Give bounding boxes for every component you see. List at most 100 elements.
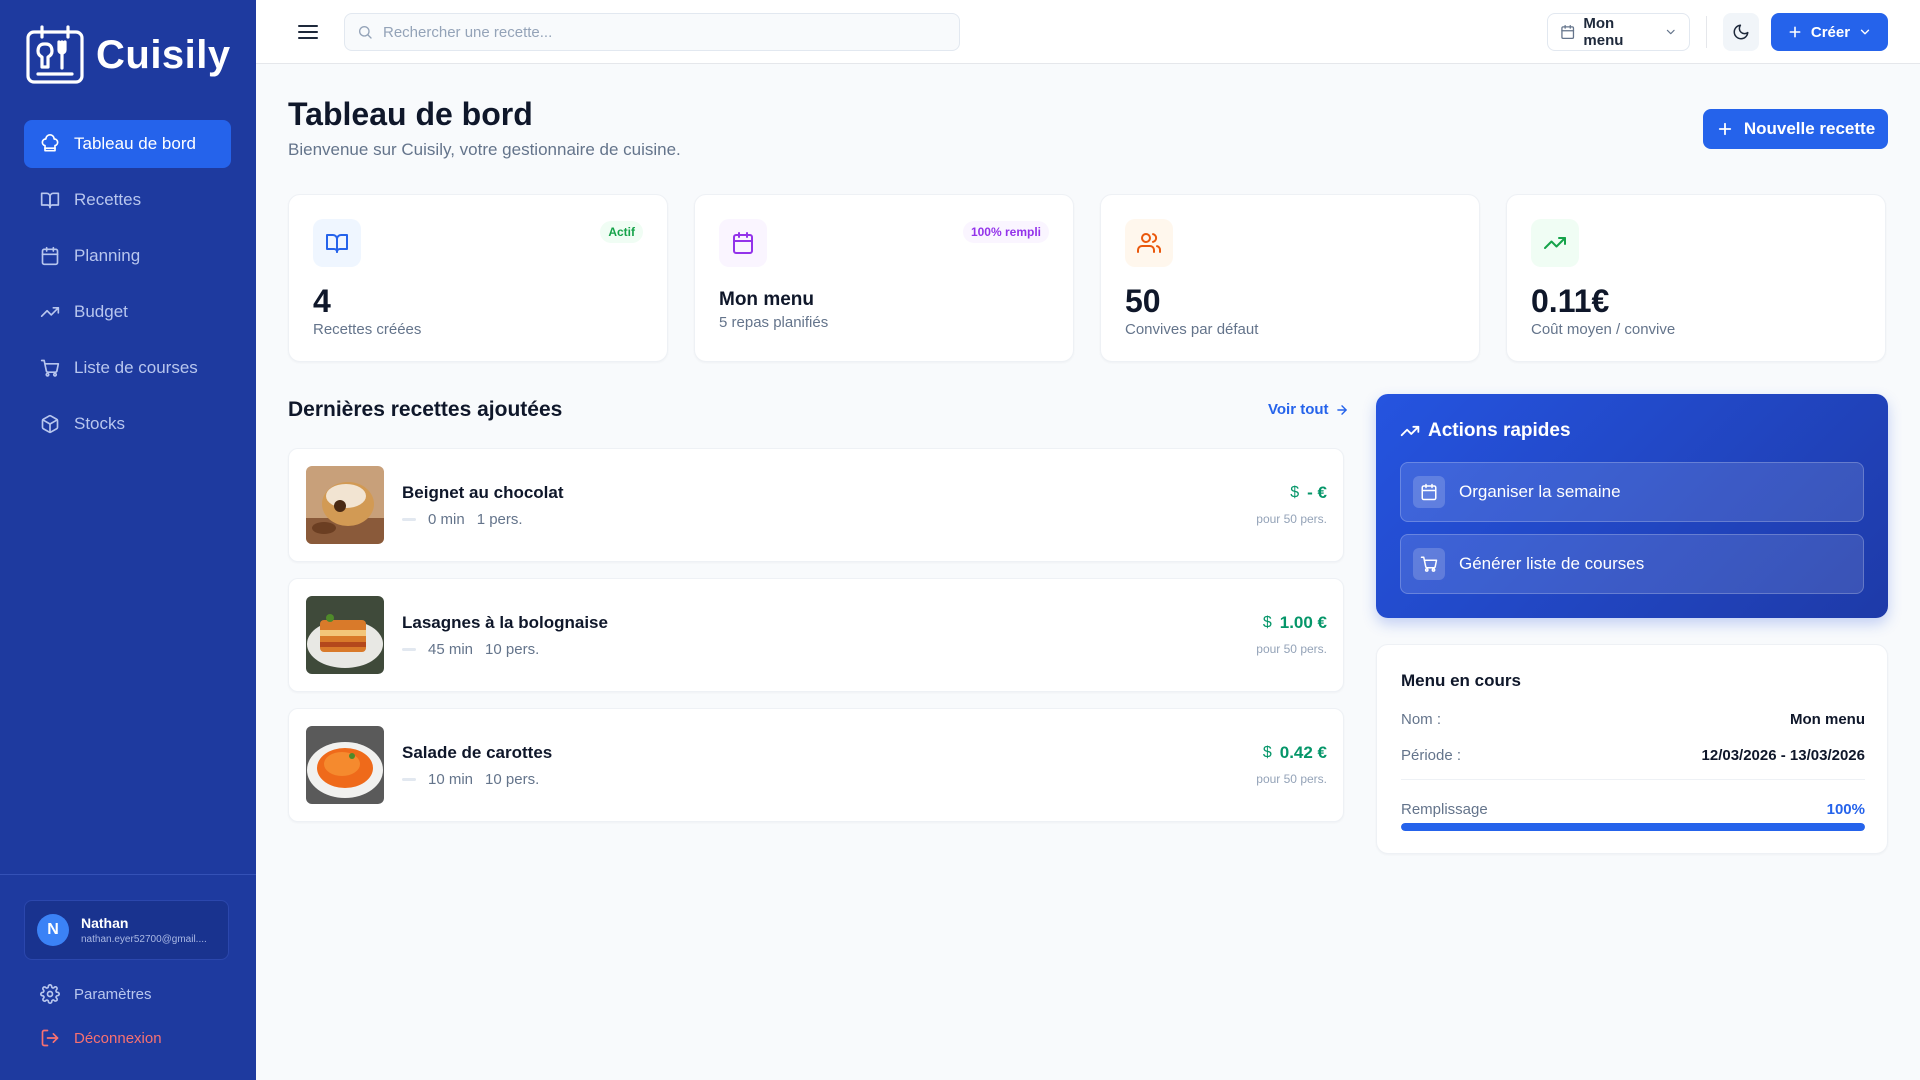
avatar: N: [37, 914, 69, 946]
search-bar[interactable]: [344, 13, 960, 51]
sidebar-item-label: Recettes: [74, 190, 142, 209]
recipe-price: $ 0.42 €: [1263, 743, 1327, 763]
chevron-down-icon: [1860, 29, 1870, 35]
menu-fill-key: Remplissage: [1401, 801, 1488, 818]
recipe-price: $ - €: [1290, 483, 1327, 503]
sidebar-item-recipes[interactable]: Recettes: [24, 176, 231, 224]
user-profile-card[interactable]: N Nathan nathan.eyer52700@gmail....: [24, 900, 229, 960]
gear-icon: [40, 984, 60, 1004]
logout-link[interactable]: Déconnexion: [40, 1028, 162, 1048]
hamburger-menu-icon[interactable]: [296, 20, 320, 44]
recipe-image: [306, 596, 384, 674]
menu-period-row: Période : 12/03/2026 - 13/03/2026: [1401, 747, 1865, 764]
chef-hat-icon: [41, 134, 59, 152]
sidebar-item-dashboard[interactable]: Tableau de bord: [24, 120, 231, 168]
stat-card-guests[interactable]: 50 Convives par défaut: [1100, 194, 1480, 362]
recipe-name: Salade de carottes: [402, 743, 553, 762]
logout-label: Déconnexion: [74, 1029, 162, 1047]
recipe-people: 10 pers.: [485, 641, 540, 658]
recipe-time: 45 min: [428, 641, 474, 658]
recipe-card[interactable]: Beignet au chocolat 0 min 1 pers. $ - € …: [288, 448, 1344, 562]
recipe-price-value: - €: [1307, 483, 1327, 502]
stat-icon-wrap: [719, 219, 767, 267]
recipe-price: $ 1.00 €: [1263, 613, 1327, 633]
recent-recipes-title: Dernières recettes ajoutées: [288, 398, 563, 421]
see-all-link[interactable]: Voir tout: [1268, 401, 1349, 418]
app-name: Cuisily: [96, 32, 231, 77]
stat-card-cost[interactable]: 0.11€ Coût moyen / convive: [1506, 194, 1886, 362]
stat-card-menu[interactable]: 100% rempli Mon menu 5 repas planifiés: [694, 194, 1074, 362]
stat-label: 5 repas planifiés: [719, 314, 829, 331]
search-input[interactable]: [383, 23, 943, 41]
app-logo[interactable]: Cuisily: [24, 24, 231, 86]
see-all-label: Voir tout: [1268, 401, 1329, 418]
cart-icon: [40, 359, 60, 377]
book-icon: [40, 192, 60, 209]
logo-icon: [26, 25, 84, 84]
user-email: nathan.eyer52700@gmail....: [81, 934, 207, 945]
meta-dash: [402, 648, 416, 651]
new-recipe-button[interactable]: Nouvelle recette: [1703, 109, 1888, 149]
recipe-card[interactable]: Lasagnes à la bolognaise 45 min 10 pers.…: [288, 578, 1344, 692]
trending-up-icon: [1544, 237, 1566, 249]
plus-icon: [1718, 122, 1731, 136]
menu-fill-progress-bar: [1401, 823, 1865, 831]
menu-name-row: Nom : Mon menu: [1401, 711, 1865, 728]
stat-icon-wrap: [313, 219, 361, 267]
sidebar-item-shopping-list[interactable]: Liste de courses: [24, 344, 231, 392]
settings-label: Paramètres: [74, 985, 152, 1003]
recipe-meta: 0 min 1 pers.: [402, 511, 523, 528]
trending-up-icon: [40, 307, 60, 317]
menu-period-key: Période :: [1401, 747, 1462, 764]
sidebar-item-label: Tableau de bord: [74, 134, 196, 153]
generate-shopping-list-button[interactable]: Générer liste de courses: [1400, 534, 1864, 594]
stat-card-recipes[interactable]: Actif 4 Recettes créées: [288, 194, 668, 362]
recipe-price-value: 0.42 €: [1279, 743, 1327, 762]
menu-selector[interactable]: Mon menu: [1547, 13, 1690, 51]
top-bar: Mon menu Créer: [256, 0, 1920, 64]
recipe-name: Beignet au chocolat: [402, 483, 564, 502]
moon-icon: [1733, 24, 1749, 40]
recipe-price-basis: pour 50 pers.: [1256, 642, 1327, 656]
sidebar-item-label: Liste de courses: [74, 358, 198, 377]
sidebar-item-budget[interactable]: Budget: [24, 288, 231, 336]
calendar-icon: [733, 232, 753, 254]
topbar-divider: [1706, 16, 1707, 48]
settings-link[interactable]: Paramètres: [40, 984, 152, 1004]
lasagna-photo: [306, 596, 384, 674]
search-icon: [359, 26, 372, 39]
generate-shopping-list-label: Générer liste de courses: [1459, 554, 1645, 573]
cart-icon: [1420, 556, 1438, 572]
stat-label: Convives par défaut: [1125, 321, 1259, 338]
sidebar-item-stocks[interactable]: Stocks: [24, 400, 231, 448]
recipe-price-basis: pour 50 pers.: [1256, 512, 1327, 526]
organize-week-button[interactable]: Organiser la semaine: [1400, 462, 1864, 522]
current-menu-title: Menu en cours: [1401, 671, 1521, 690]
menu-fill-value: 100%: [1826, 801, 1865, 818]
recipe-image: [306, 466, 384, 544]
recipe-meta: 10 min 10 pers.: [402, 771, 539, 788]
theme-toggle-button[interactable]: [1723, 13, 1759, 51]
menu-divider: [1401, 779, 1865, 780]
recipe-card[interactable]: Salade de carottes 10 min 10 pers. $ 0.4…: [288, 708, 1344, 822]
recipe-image: [306, 726, 384, 804]
create-button[interactable]: Créer: [1771, 13, 1888, 51]
recipe-price-basis: pour 50 pers.: [1256, 772, 1327, 786]
create-button-label: Créer: [1810, 23, 1851, 41]
sidebar: Cuisily Tableau de bord Recettes Plannin…: [0, 0, 256, 1080]
stat-value: 0.11€: [1531, 283, 1610, 319]
sidebar-item-label: Budget: [74, 302, 128, 321]
menu-fill-row: Remplissage 100%: [1401, 801, 1865, 818]
page-title: Tableau de bord: [288, 96, 533, 132]
users-icon: [1137, 233, 1161, 253]
quick-actions-panel: Actions rapides Organiser la semaine Gén…: [1376, 394, 1888, 618]
dollar-icon: $: [1262, 744, 1272, 761]
recipe-name: Lasagnes à la bolognaise: [402, 613, 608, 632]
carrot-salad-photo: [306, 726, 384, 804]
sidebar-item-planning[interactable]: Planning: [24, 232, 231, 280]
new-recipe-label: Nouvelle recette: [1743, 119, 1876, 138]
calendar-icon: [1421, 483, 1437, 501]
logout-icon: [41, 1029, 59, 1047]
recipe-time: 0 min: [428, 511, 465, 528]
quick-actions-title: Actions rapides: [1400, 420, 1571, 442]
